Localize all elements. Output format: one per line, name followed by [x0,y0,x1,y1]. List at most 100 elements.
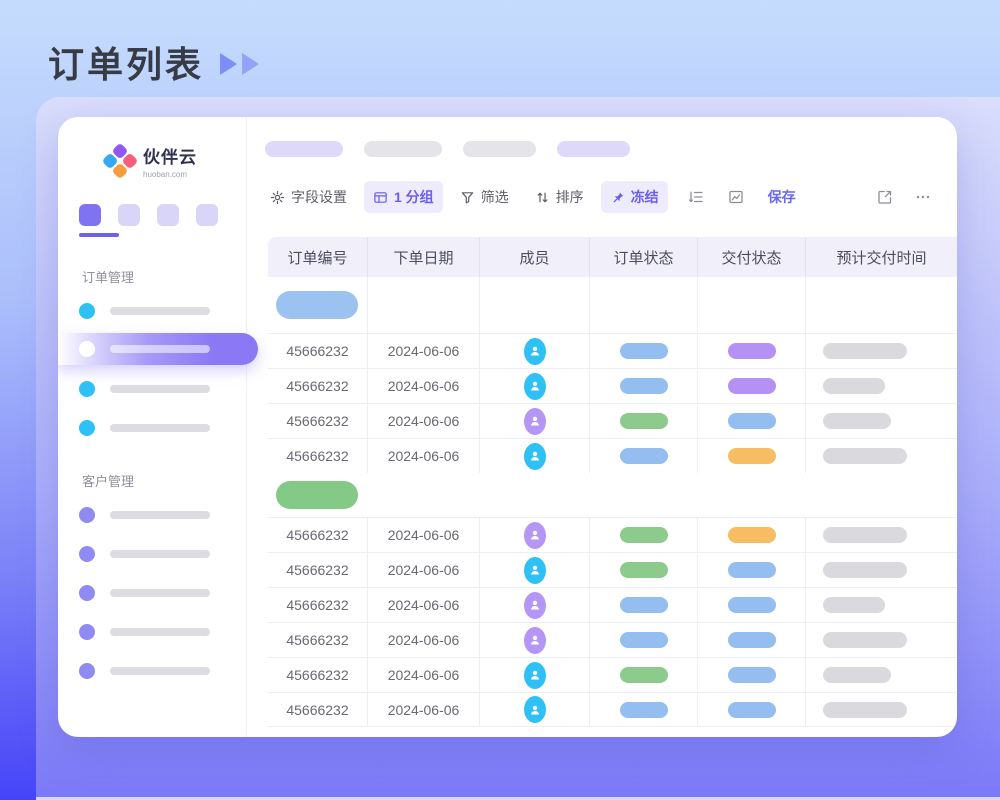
table-row[interactable]: 456662322024-06-06 [268,333,957,368]
column-header[interactable]: 订单编号 [268,237,368,277]
sidebar-item[interactable] [58,296,246,326]
freeze-button[interactable]: 冻结 [601,181,668,213]
workspace-tab[interactable] [157,204,179,226]
member-avatar[interactable] [524,592,546,619]
sidebar-item-label-placeholder [110,589,210,597]
column-header[interactable]: 成员 [480,237,590,277]
group-button[interactable]: 1 分组 [364,181,443,213]
toolbar-button-label: 1 分组 [394,187,434,207]
table-row[interactable]: 456662322024-06-06 [268,438,957,473]
view-tab-placeholder[interactable] [463,141,536,157]
table-row[interactable]: 456662322024-06-06 [268,517,957,552]
sidebar-section-label: 订单管理 [82,267,246,286]
sidebar-item[interactable] [58,374,246,404]
eta-cell [806,404,957,438]
order-status-cell [590,693,698,726]
sidebar-section-label: 客户管理 [82,471,246,490]
member-avatar[interactable] [524,338,546,365]
toolbar-button-label: 筛选 [481,187,509,207]
main-panel: 字段设置 1 分组 筛选排序冻结 保存 订单编号下单日期成员订单状态交付状态预计交付… [247,117,957,737]
sidebar-item[interactable] [58,333,258,365]
table-row[interactable]: 456662322024-06-06 [268,552,957,587]
save-button[interactable]: 保存 [768,187,796,207]
group-empty-cell [480,277,590,333]
sidebar-item-label-placeholder [110,345,210,353]
sidebar-item[interactable] [58,413,246,443]
sidebar-item-dot-icon [79,381,95,397]
order-status-pill [620,448,668,464]
member-avatar[interactable] [524,373,546,400]
toolbar-button-label: 字段设置 [291,187,347,207]
table-row[interactable]: 456662322024-06-06 [268,622,957,657]
delivery-status-pill [728,597,776,613]
member-avatar[interactable] [524,696,546,723]
group-empty-cell [480,473,590,517]
member-avatar[interactable] [524,522,546,549]
member-cell [480,588,590,622]
member-avatar[interactable] [524,443,546,470]
view-tab-placeholder[interactable] [557,141,630,157]
eta-cell [806,439,957,473]
eta-placeholder-bar [823,448,907,464]
title-arrows-icon [220,53,259,75]
eta-placeholder-bar [823,702,907,718]
view-tab-placeholder[interactable] [265,141,343,157]
group-label-pill[interactable] [276,481,358,509]
table-row[interactable]: 456662322024-06-06 [268,692,957,727]
column-header[interactable]: 交付状态 [698,237,806,277]
order-no-cell: 45666232 [268,623,368,657]
order-status-cell [590,369,698,403]
filter-button[interactable]: 筛选 [451,181,518,213]
table-row[interactable]: 456662322024-06-06 [268,403,957,438]
group-empty-cell [806,277,957,333]
sidebar-item[interactable] [58,539,246,569]
order-status-pill [620,413,668,429]
member-avatar[interactable] [524,627,546,654]
eta-placeholder-bar [823,562,907,578]
sidebar-item-dot-icon [79,507,95,523]
view-tab-placeholder[interactable] [364,141,442,157]
delivery-status-cell [698,439,806,473]
sidebar-item[interactable] [58,500,246,530]
member-avatar[interactable] [524,662,546,689]
sort-button[interactable]: 排序 [526,181,593,213]
order-date-cell: 2024-06-06 [368,588,480,622]
sidebar-item[interactable] [58,656,246,686]
workspace-tab[interactable] [118,204,140,226]
column-header[interactable]: 预计交付时间 [806,237,957,277]
table-row[interactable]: 456662322024-06-06 [268,368,957,403]
order-date-cell: 2024-06-06 [368,553,480,587]
field-settings-button[interactable]: 字段设置 [261,181,356,213]
sidebar-item-label-placeholder [110,511,210,519]
table-row[interactable]: 456662322024-06-06 [268,587,957,622]
column-header[interactable]: 下单日期 [368,237,480,277]
workspace-tab[interactable] [196,204,218,226]
sidebar-item[interactable] [58,617,246,647]
row-height-button[interactable] [688,189,704,205]
member-avatar[interactable] [524,408,546,435]
column-header[interactable]: 订单状态 [590,237,698,277]
share-button[interactable] [877,189,893,205]
sidebar-section: 订单管理 [58,267,246,443]
workspace-tab[interactable] [79,204,101,226]
eta-placeholder-bar [823,527,907,543]
order-status-pill [620,702,668,718]
group-empty-cell [368,277,480,333]
order-no-cell: 45666232 [268,658,368,692]
sidebar-item-dot-icon [79,663,95,679]
order-no-cell: 45666232 [268,439,368,473]
group-empty-cell [368,473,480,517]
group-label-pill[interactable] [276,291,358,319]
delivery-status-cell [698,334,806,368]
group-label-cell [268,473,368,517]
sidebar-item[interactable] [58,578,246,608]
order-date-cell: 2024-06-06 [368,334,480,368]
member-avatar[interactable] [524,557,546,584]
sidebar-menu: 订单管理客户管理 [58,251,246,686]
eta-placeholder-bar [823,343,907,359]
chart-button[interactable] [728,189,744,205]
more-button[interactable] [915,189,931,205]
sidebar-item-dot-icon [79,420,95,436]
table-row[interactable]: 456662322024-06-06 [268,657,957,692]
order-status-pill [620,343,668,359]
